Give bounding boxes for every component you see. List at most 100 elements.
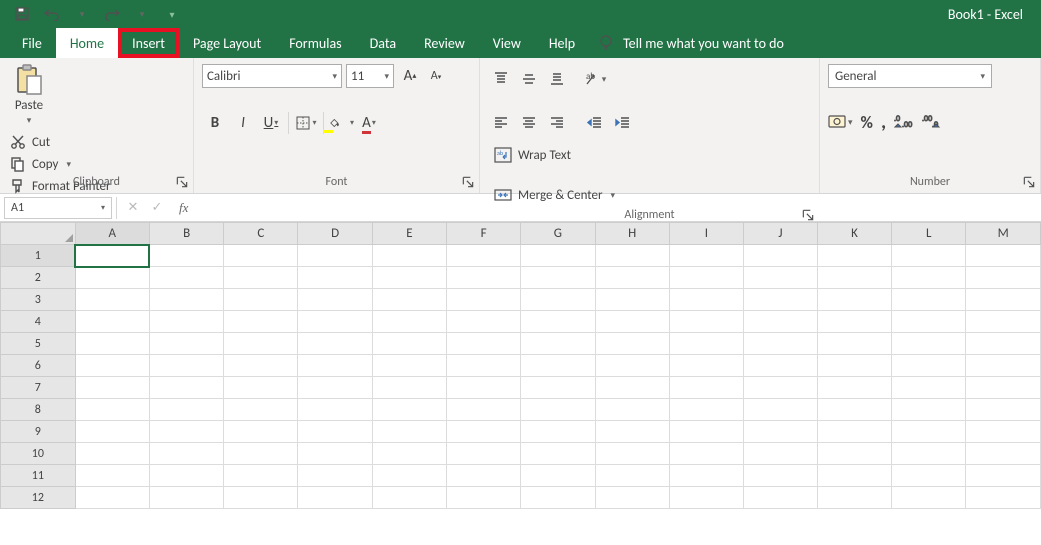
cell[interactable] [447, 377, 521, 399]
cell[interactable] [595, 399, 669, 421]
tab-help[interactable]: Help [535, 28, 589, 58]
decrease-decimal-button[interactable]: .00.0 [922, 114, 942, 130]
cell[interactable] [892, 267, 966, 289]
cell[interactable] [149, 311, 223, 333]
percent-button[interactable]: % [861, 112, 873, 133]
column-header[interactable]: M [966, 223, 1041, 245]
cell[interactable] [447, 311, 521, 333]
row-header[interactable]: 2 [1, 267, 76, 289]
cell[interactable] [75, 333, 149, 355]
cell[interactable] [966, 333, 1041, 355]
cell[interactable] [892, 377, 966, 399]
cut-button[interactable]: Cut [8, 132, 185, 152]
cell[interactable] [595, 465, 669, 487]
cell[interactable] [372, 267, 446, 289]
cell[interactable] [669, 333, 743, 355]
cell[interactable] [966, 311, 1041, 333]
cell[interactable] [224, 399, 298, 421]
cell[interactable] [298, 465, 372, 487]
cell[interactable] [372, 399, 446, 421]
cell[interactable] [966, 289, 1041, 311]
column-header[interactable]: A [75, 223, 149, 245]
cell[interactable] [224, 377, 298, 399]
number-launcher[interactable] [1022, 175, 1036, 189]
cell[interactable] [817, 399, 891, 421]
decrease-font-button[interactable]: A▾ [424, 64, 448, 88]
orientation-button[interactable]: ab▾ [582, 66, 608, 92]
cell[interactable] [892, 443, 966, 465]
cell[interactable] [149, 399, 223, 421]
cell[interactable] [669, 311, 743, 333]
tell-me[interactable]: Tell me what you want to do [589, 27, 798, 58]
number-format-combo[interactable]: General ▾ [828, 64, 992, 88]
cell[interactable] [817, 355, 891, 377]
increase-decimal-button[interactable]: .0.00 [894, 114, 914, 130]
column-header[interactable]: J [743, 223, 817, 245]
cell[interactable] [75, 487, 149, 509]
cell[interactable] [595, 289, 669, 311]
cell[interactable] [743, 333, 817, 355]
fill-color-button[interactable]: ▾ [328, 110, 354, 136]
cell[interactable] [743, 267, 817, 289]
cell[interactable] [224, 465, 298, 487]
alignment-launcher[interactable] [801, 208, 815, 222]
cell[interactable] [669, 399, 743, 421]
name-box[interactable]: A1 ▾ [4, 197, 112, 219]
cell[interactable] [298, 333, 372, 355]
cell[interactable] [298, 399, 372, 421]
increase-font-button[interactable]: A▴ [398, 64, 422, 88]
row-header[interactable]: 7 [1, 377, 76, 399]
enter-formula-button[interactable]: ✓ [147, 200, 167, 215]
cell[interactable] [298, 487, 372, 509]
cell[interactable] [298, 421, 372, 443]
cell[interactable] [521, 245, 595, 267]
cell[interactable] [298, 355, 372, 377]
tab-page-layout[interactable]: Page Layout [179, 28, 275, 58]
cell[interactable] [372, 311, 446, 333]
align-middle-button[interactable] [516, 66, 542, 92]
cell[interactable] [149, 355, 223, 377]
cell[interactable] [669, 421, 743, 443]
cell[interactable] [521, 355, 595, 377]
cell[interactable] [447, 355, 521, 377]
cell[interactable] [75, 421, 149, 443]
cell[interactable] [149, 421, 223, 443]
cell[interactable] [521, 399, 595, 421]
cell[interactable] [372, 465, 446, 487]
column-header[interactable]: L [892, 223, 966, 245]
cell[interactable] [447, 267, 521, 289]
cell[interactable] [521, 311, 595, 333]
row-header[interactable]: 11 [1, 465, 76, 487]
cell[interactable] [669, 245, 743, 267]
cell[interactable] [595, 487, 669, 509]
cell[interactable] [298, 311, 372, 333]
cell[interactable] [224, 267, 298, 289]
cell[interactable] [669, 289, 743, 311]
cell[interactable] [149, 377, 223, 399]
column-header[interactable]: H [595, 223, 669, 245]
fx-label[interactable]: fx [173, 200, 194, 216]
cell[interactable] [966, 245, 1041, 267]
row-header[interactable]: 3 [1, 289, 76, 311]
cell[interactable] [224, 333, 298, 355]
row-header[interactable]: 5 [1, 333, 76, 355]
cell[interactable] [372, 289, 446, 311]
row-header[interactable]: 8 [1, 399, 76, 421]
cell[interactable] [817, 421, 891, 443]
cell[interactable] [521, 333, 595, 355]
cell[interactable] [817, 465, 891, 487]
cell[interactable] [892, 421, 966, 443]
row-header[interactable]: 4 [1, 311, 76, 333]
cell[interactable] [447, 399, 521, 421]
align-top-button[interactable] [488, 66, 514, 92]
cell[interactable] [149, 267, 223, 289]
cell[interactable] [595, 421, 669, 443]
cell[interactable] [75, 377, 149, 399]
cell[interactable] [149, 333, 223, 355]
undo-button[interactable] [38, 2, 66, 26]
cell[interactable] [743, 487, 817, 509]
cell[interactable] [75, 355, 149, 377]
font-color-button[interactable]: A ▾ [356, 110, 382, 136]
cell[interactable] [669, 355, 743, 377]
paste-button[interactable]: Paste ▾ [8, 62, 50, 126]
